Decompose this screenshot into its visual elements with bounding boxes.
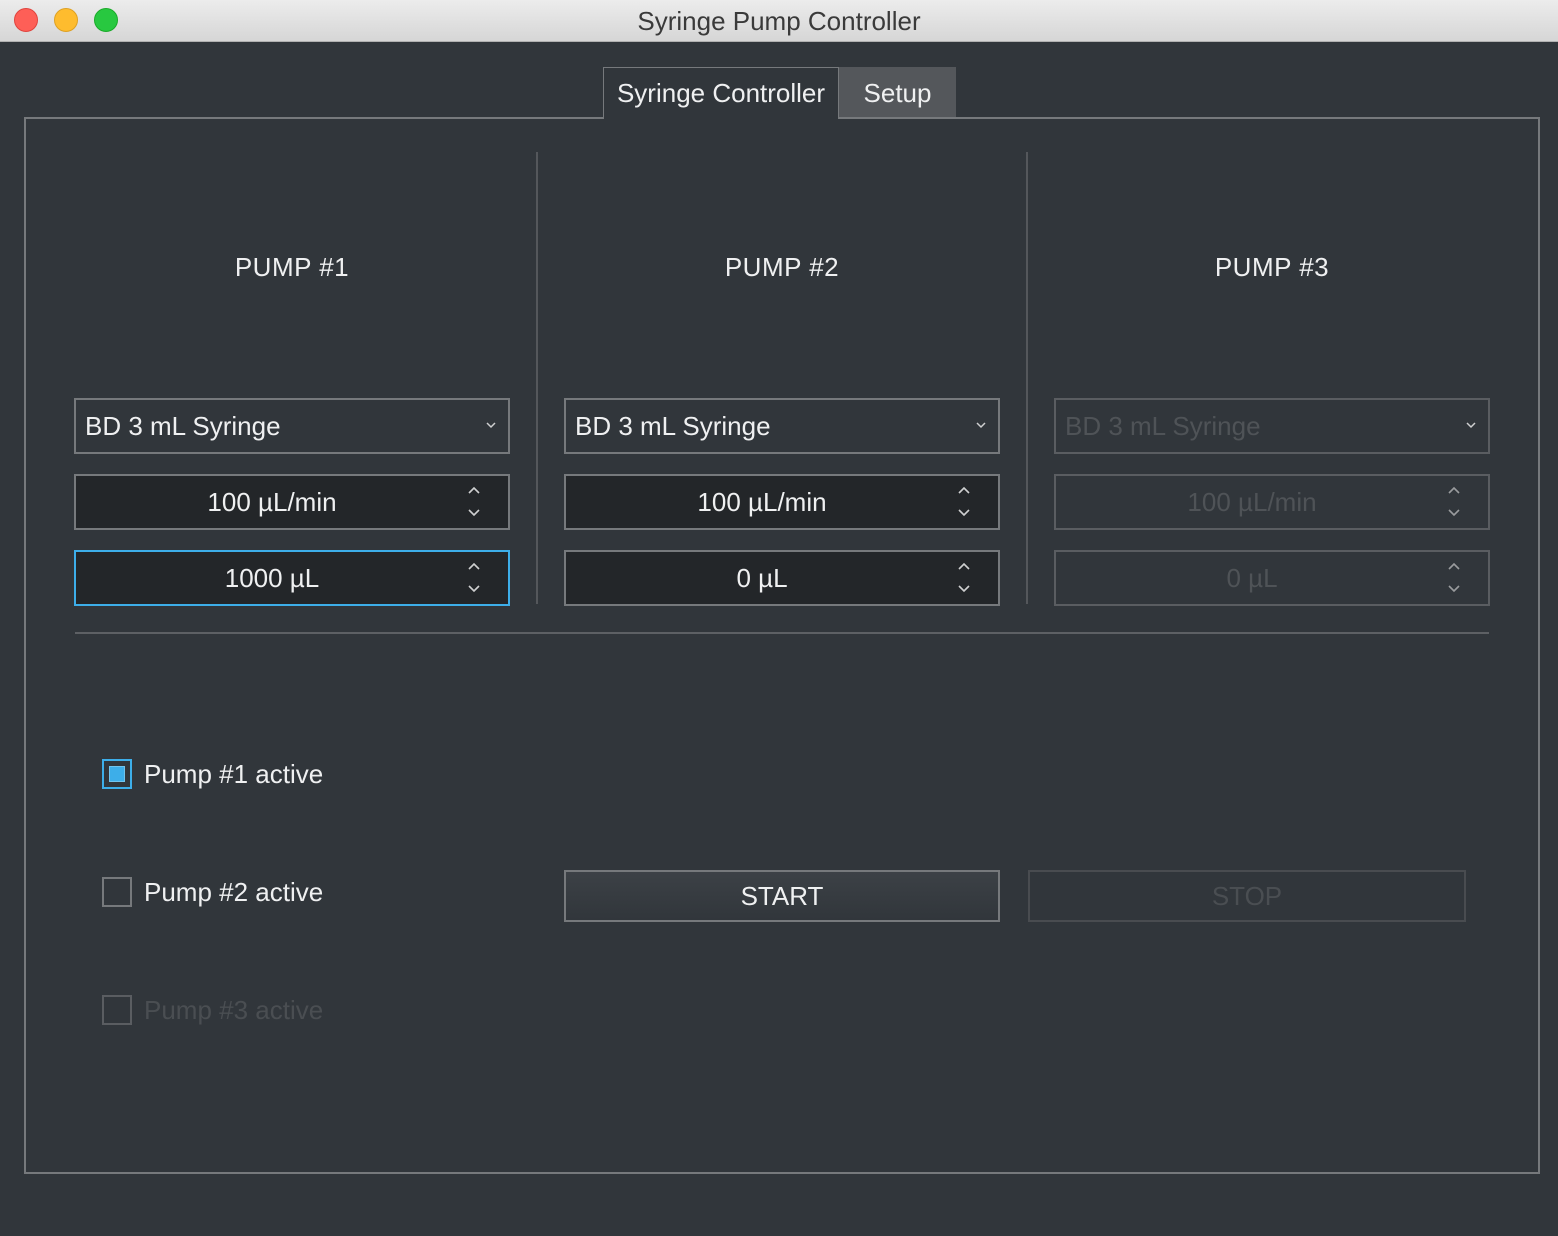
chevron-down-icon: [484, 400, 498, 474]
checkbox-unchecked-icon[interactable]: [102, 995, 132, 1025]
column-divider: [536, 152, 538, 604]
spin-arrows-icon[interactable]: [1446, 484, 1462, 520]
pump-3-syringe-select[interactable]: BD 3 mL Syringe: [1054, 398, 1490, 454]
window-titlebar: Syringe Pump Controller: [0, 0, 1558, 42]
pump-1-active-label: Pump #1 active: [144, 759, 324, 789]
spin-arrows-icon[interactable]: [466, 560, 482, 596]
section-divider: [75, 632, 1489, 634]
pump-2-volume-spinbox[interactable]: 0 µL: [564, 550, 1000, 606]
tab-setup[interactable]: Setup: [839, 67, 956, 117]
pump-2-rate-value: 100 µL/min: [697, 487, 827, 517]
spin-arrows-icon[interactable]: [956, 484, 972, 520]
chevron-down-icon: [974, 400, 988, 474]
pump-1-syringe-select[interactable]: BD 3 mL Syringe: [74, 398, 510, 454]
pump-1-rate-value: 100 µL/min: [207, 487, 337, 517]
checkbox-checked-icon[interactable]: [102, 759, 132, 789]
chevron-down-icon: [1464, 400, 1478, 474]
pump-3-title: PUMP #3: [1214, 252, 1330, 282]
pump-2-title: PUMP #2: [724, 252, 840, 282]
spin-arrows-icon[interactable]: [1446, 560, 1462, 596]
pump-1-title: PUMP #1: [234, 252, 350, 282]
pump-3-rate-spinbox[interactable]: 100 µL/min: [1054, 474, 1490, 530]
spin-arrows-icon[interactable]: [956, 560, 972, 596]
pump-1-volume-value: 1000 µL: [224, 563, 320, 593]
pump-1-rate-spinbox[interactable]: 100 µL/min: [74, 474, 510, 530]
start-button[interactable]: START: [564, 870, 1000, 922]
pump-3-volume-value: 0 µL: [1226, 563, 1278, 593]
pump-2-syringe-value: BD 3 mL Syringe: [575, 411, 771, 441]
pump-3-syringe-value: BD 3 mL Syringe: [1065, 411, 1261, 441]
pump-2-rate-spinbox[interactable]: 100 µL/min: [564, 474, 1000, 530]
checkbox-unchecked-icon[interactable]: [102, 877, 132, 907]
column-divider: [1026, 152, 1028, 604]
pump-2-volume-value: 0 µL: [736, 563, 788, 593]
pump-1-volume-spinbox[interactable]: 1000 µL: [74, 550, 510, 606]
stop-button[interactable]: STOP: [1028, 870, 1466, 922]
pump-2-active-label: Pump #2 active: [144, 877, 324, 907]
pump-3-volume-spinbox[interactable]: 0 µL: [1054, 550, 1490, 606]
pump-3-active-label: Pump #3 active: [144, 995, 324, 1025]
pump-1-syringe-value: BD 3 mL Syringe: [85, 411, 281, 441]
pump-2-syringe-select[interactable]: BD 3 mL Syringe: [564, 398, 1000, 454]
spin-arrows-icon[interactable]: [466, 484, 482, 520]
window-title: Syringe Pump Controller: [637, 6, 921, 36]
pump-3-rate-value: 100 µL/min: [1187, 487, 1317, 517]
tab-syringe-controller[interactable]: Syringe Controller: [603, 67, 839, 119]
